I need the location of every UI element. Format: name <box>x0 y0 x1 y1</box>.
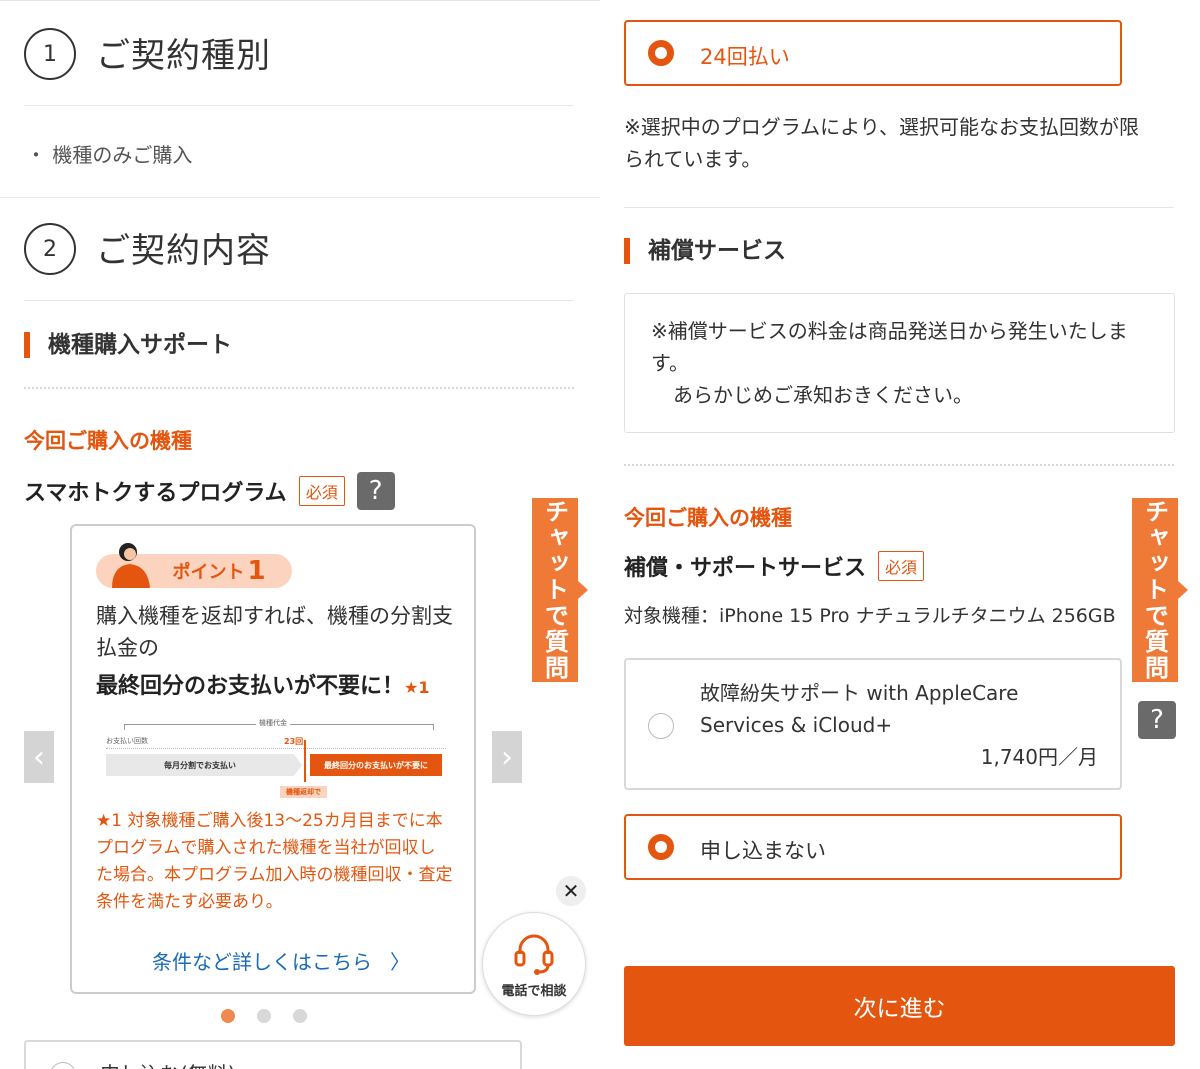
top-divider <box>0 0 600 1</box>
card-text-line: 購入機種を返却すれば、機種の分割支 <box>96 604 453 628</box>
radio-selected-icon[interactable] <box>648 834 674 860</box>
divider <box>624 207 1174 208</box>
close-icon[interactable]: ✕ <box>556 876 586 906</box>
radio-selected-icon[interactable] <box>648 40 674 66</box>
device-heading: 今回ご購入の機種 <box>24 429 192 453</box>
divider <box>24 105 574 106</box>
applecare-label-line: 故障紛失サポート with AppleCare <box>700 681 1019 705</box>
radio-unselected-icon[interactable] <box>648 713 674 739</box>
next-button[interactable]: 次に進む <box>624 966 1175 1046</box>
phone-consult-label: 電話で相談 <box>501 983 567 999</box>
diagram-month-label: 23回 <box>284 737 304 746</box>
card-description: 購入機種を返却すれば、機種の分割支 払金の <box>96 600 466 664</box>
divider <box>0 197 600 198</box>
carousel-dots <box>221 1009 307 1023</box>
diagram-line <box>106 748 446 749</box>
step-2-circle: 2 <box>24 223 76 275</box>
program-info-card: ポイント 1 購入機種を返却すれば、機種の分割支 払金の 最終回分のお支払いが不要… <box>70 524 476 994</box>
diagram-gray-bar: 毎月分割でお支払い <box>106 754 294 776</box>
point-number: 1 <box>247 556 266 586</box>
chevron-left-icon: ‹ <box>33 739 45 775</box>
required-badge: 必須 <box>298 476 345 506</box>
chevron-right-icon: › <box>501 739 513 775</box>
diagram-return-label: 機種返却で <box>280 786 327 798</box>
required-badge: 必須 <box>878 551 925 581</box>
chat-tab[interactable]: チャットで質問 <box>532 498 578 682</box>
details-link[interactable]: 条件など詳しくはこちら 〉 <box>152 946 410 975</box>
point-label: ポイント <box>172 562 245 583</box>
target-device: 対象機種：iPhone 15 Pro ナチュラルチタニウム 256GB <box>624 605 1116 627</box>
warranty-heading: 補償サービス <box>624 238 786 264</box>
footnote-line: プログラムで購入された機種を当社が回収し <box>96 838 436 858</box>
divider <box>24 300 574 301</box>
warranty-note-line: ※補償サービスの料金は商品発送日から発生いたしま <box>651 319 1128 343</box>
warranty-notice: ※補償サービスの料金は商品発送日から発生いたしま す。 あらかじめご承知おきくだ… <box>651 315 1161 411</box>
footnote-line: 条件を満たす必要あり。 <box>96 892 283 912</box>
applecare-option-box[interactable]: 故障紛失サポート with AppleCare Services & iClou… <box>624 658 1122 790</box>
installment-option-label: 24回払い <box>700 45 790 69</box>
star-mark: ★1 <box>404 678 430 697</box>
footnote-line: ★1 対象機種ご購入後13〜25カ月目までに本 <box>96 811 443 831</box>
right-device-heading: 今回ご購入の機種 <box>624 506 792 530</box>
applecare-label: 故障紛失サポート with AppleCare Services & iClou… <box>700 677 1100 741</box>
dotted-divider <box>24 387 574 389</box>
warranty-note-line: あらかじめご承知おきください。 <box>673 383 973 407</box>
program-row: スマホトクするプログラム 必須 ? <box>24 472 395 510</box>
card-text-line: 払金の <box>96 636 159 660</box>
step-1-number: 1 <box>43 41 57 67</box>
radio-unselected-icon[interactable] <box>50 1062 76 1069</box>
person-illustration-icon <box>112 543 150 588</box>
details-link-text[interactable]: 条件など詳しくはこちら <box>152 946 372 975</box>
chevron-right-icon: 〉 <box>390 950 410 974</box>
apply-option-box[interactable]: 申し込む(無料) <box>24 1040 522 1069</box>
diagram-orange-bar: 最終回分のお支払いが不要に <box>310 754 442 776</box>
dotted-divider <box>624 464 1174 466</box>
chat-tab-arrow <box>578 581 588 599</box>
payment-diagram: 機種代金 お支払い回数 23回 毎月分割でお支払い 最終回分のお支払いが不要に … <box>106 718 446 802</box>
card-bold-text: 最終回分のお支払いが不要に！ <box>96 674 405 699</box>
installment-note-line: られています。 <box>624 147 762 171</box>
carousel-dot[interactable] <box>221 1009 235 1023</box>
chat-tab[interactable]: チャットで質問 <box>1132 498 1178 682</box>
service-row: 補償・サポートサービス 必須 <box>624 550 925 582</box>
installment-note-line: ※選択中のプログラムにより、選択可能なお支払回数が限 <box>624 115 1139 139</box>
carousel-prev-button[interactable]: ‹ <box>24 731 54 783</box>
step-2-number: 2 <box>43 236 57 262</box>
carousel-dot[interactable] <box>257 1009 271 1023</box>
carousel-dot[interactable] <box>293 1009 307 1023</box>
chat-tab-arrow <box>1178 581 1188 599</box>
applecare-label-line: Services & iCloud+ <box>700 713 893 737</box>
service-title: 補償・サポートサービス <box>624 556 867 581</box>
diagram-left-label: お支払い回数 <box>106 737 148 745</box>
warranty-notice-box: ※補償サービスの料金は商品発送日から発生いたしま す。 あらかじめご承知おきくだ… <box>624 293 1175 433</box>
phone-consult-button[interactable]: 電話で相談 <box>482 912 586 1016</box>
program-title: スマホトクするプログラム <box>24 481 287 506</box>
card-bold-line: 最終回分のお支払いが不要に！★1 <box>96 668 430 700</box>
decline-option-box[interactable]: 申し込まない <box>624 814 1122 880</box>
diagram-arrow <box>294 754 302 776</box>
step-1-circle: 1 <box>24 28 76 80</box>
card-footnote: ★1 対象機種ご購入後13〜25カ月目までに本 プログラムで購入された機種を当社… <box>96 808 466 916</box>
installment-note: ※選択中のプログラムにより、選択可能なお支払回数が限 られています。 <box>624 111 1184 175</box>
diagram-return-line <box>304 740 306 782</box>
headset-icon <box>514 934 554 975</box>
question-icon[interactable]: ? <box>1138 701 1176 739</box>
question-icon[interactable]: ? <box>356 472 395 510</box>
footnote-line: た場合。本プログラム加入時の機種回収・査定 <box>96 865 453 885</box>
installment-option-24[interactable]: 24回払い <box>624 20 1122 86</box>
step-1-title: ご契約種別 <box>96 36 271 76</box>
apply-option-label: 申し込む(無料) <box>100 1058 236 1069</box>
carousel-next-button[interactable]: › <box>492 731 522 783</box>
support-heading: 機種購入サポート <box>24 332 232 358</box>
contract-type-item: ・ 機種のみご購入 <box>26 143 193 167</box>
applecare-price: 1,740円／月 <box>980 745 1098 769</box>
decline-option-label: 申し込まない <box>700 839 826 863</box>
diagram-top-label: 機種代金 <box>256 718 290 728</box>
step-2-title: ご契約内容 <box>96 231 271 271</box>
warranty-note-line: す。 <box>651 351 689 375</box>
